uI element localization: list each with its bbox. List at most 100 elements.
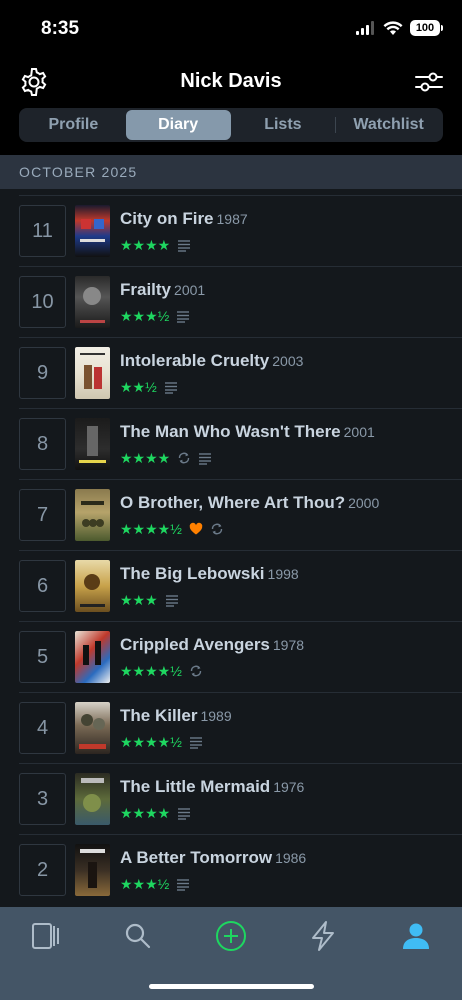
film-title: Frailty [120,280,172,299]
row-divider [19,479,462,480]
day-number: 6 [19,560,66,612]
activity-icon [312,921,334,951]
rewatch-icon [211,523,223,535]
filter-button[interactable] [414,68,444,96]
profile-tabs: Profile Diary Lists Watchlist [19,108,443,142]
tab-watchlist[interactable]: Watchlist [336,110,441,140]
film-poster [75,205,110,257]
film-poster [75,631,110,683]
film-title: City on Fire [120,209,214,228]
star-rating: ★★★½ [120,876,170,892]
battery-icon: 100 [410,20,443,36]
film-title: The Big Lebowski [120,564,265,583]
row-divider [19,621,462,622]
diary-entry[interactable]: 6 The Big Lebowski 1998 ★★★ [0,550,462,621]
add-icon [216,921,246,951]
film-year: 2001 [174,282,206,298]
day-number: 11 [19,205,66,257]
review-icon [164,382,177,394]
film-poster [75,844,110,896]
diary-entry[interactable]: 4 The Killer 1989 ★★★★½ [0,692,462,763]
heart-icon [189,522,203,535]
search-icon [125,923,151,949]
diary-entry[interactable]: 7 O Brother, Where Art Thou? 2000 ★★★★½ [0,479,462,550]
day-number: 10 [19,276,66,328]
profile-icon [403,923,429,949]
film-year: 1998 [267,566,299,582]
film-title: The Man Who Wasn't There [120,422,341,441]
row-divider [19,763,462,764]
tab-add[interactable] [214,919,248,953]
tab-films[interactable] [29,919,63,953]
film-info: O Brother, Where Art Thou? 2000 ★★★★½ [120,493,452,537]
day-number: 4 [19,702,66,754]
star-rating: ★★½ [120,379,157,395]
star-rating: ★★★★½ [120,663,182,679]
tab-profile[interactable]: Profile [21,110,126,140]
films-icon [32,923,59,949]
tab-activity[interactable] [306,919,340,953]
row-divider [19,550,462,551]
month-label: OCTOBER 2025 [19,164,138,180]
film-year: 1987 [216,211,248,227]
diary-entry[interactable]: 5 Crippled Avengers 1978 ★★★★½ [0,621,462,692]
diary-entry[interactable]: 9 Intolerable Cruelty 2003 ★★½ [0,337,462,408]
star-rating: ★★★★½ [120,734,182,750]
tab-lists[interactable]: Lists [231,110,336,140]
film-info: City on Fire 1987 ★★★★ [120,209,452,253]
star-rating: ★★★★½ [120,521,182,537]
diary-entry[interactable]: 11 City on Fire 1987 ★★★★ [0,195,462,266]
diary-entry[interactable]: 8 The Man Who Wasn't There 2001 ★★★★ [0,408,462,479]
review-icon [199,453,212,465]
film-poster [75,347,110,399]
review-icon [177,311,190,323]
row-divider [19,337,462,338]
diary-entry[interactable]: 3 The Little Mermaid 1976 ★★★★ [0,763,462,834]
row-divider [19,834,462,835]
diary-entry[interactable]: 10 Frailty 2001 ★★★½ [0,266,462,337]
film-title: O Brother, Where Art Thou? [120,493,346,512]
film-info: Intolerable Cruelty 2003 ★★½ [120,351,452,395]
tab-profile-nav[interactable] [399,919,433,953]
film-poster [75,560,110,612]
review-icon [178,808,191,820]
film-year: 1986 [275,850,307,866]
rewatch-icon [179,452,190,464]
film-poster [75,489,110,541]
star-rating: ★★★★ [120,805,171,821]
film-year: 2001 [343,424,375,440]
film-title: The Killer [120,706,198,725]
review-icon [165,595,178,607]
signal-icon [356,21,374,35]
film-info: The Little Mermaid 1976 ★★★★ [120,777,452,821]
row-divider [19,266,462,267]
star-rating: ★★★★ [120,237,171,253]
wifi-icon [383,20,403,35]
film-poster [75,418,110,470]
day-number: 7 [19,489,66,541]
day-number: 9 [19,347,66,399]
review-icon [177,879,190,891]
status-time: 8:35 [41,18,80,39]
film-info: A Better Tomorrow 1986 ★★★½ [120,848,452,892]
film-poster [75,702,110,754]
tab-search[interactable] [121,919,155,953]
day-number: 8 [19,418,66,470]
film-info: The Big Lebowski 1998 ★★★ [120,564,452,608]
rewatch-icon [190,665,202,677]
film-year: 1978 [272,637,305,653]
film-year: 2000 [348,495,380,511]
sliders-icon [415,72,443,92]
diary-entry[interactable]: 2 A Better Tomorrow 1986 ★★★½ [0,834,462,905]
status-icons: 100 [356,20,443,36]
film-title: Crippled Avengers [120,635,270,654]
star-rating: ★★★★ [120,450,171,466]
row-divider [19,692,462,693]
status-bar: 8:35 100 [0,0,462,60]
day-number: 3 [19,773,66,825]
tab-diary[interactable]: Diary [125,110,231,140]
film-title: A Better Tomorrow [120,848,273,867]
film-year: 1989 [200,708,232,724]
film-info: The Killer 1989 ★★★★½ [120,706,452,750]
film-year: 1976 [273,779,305,795]
